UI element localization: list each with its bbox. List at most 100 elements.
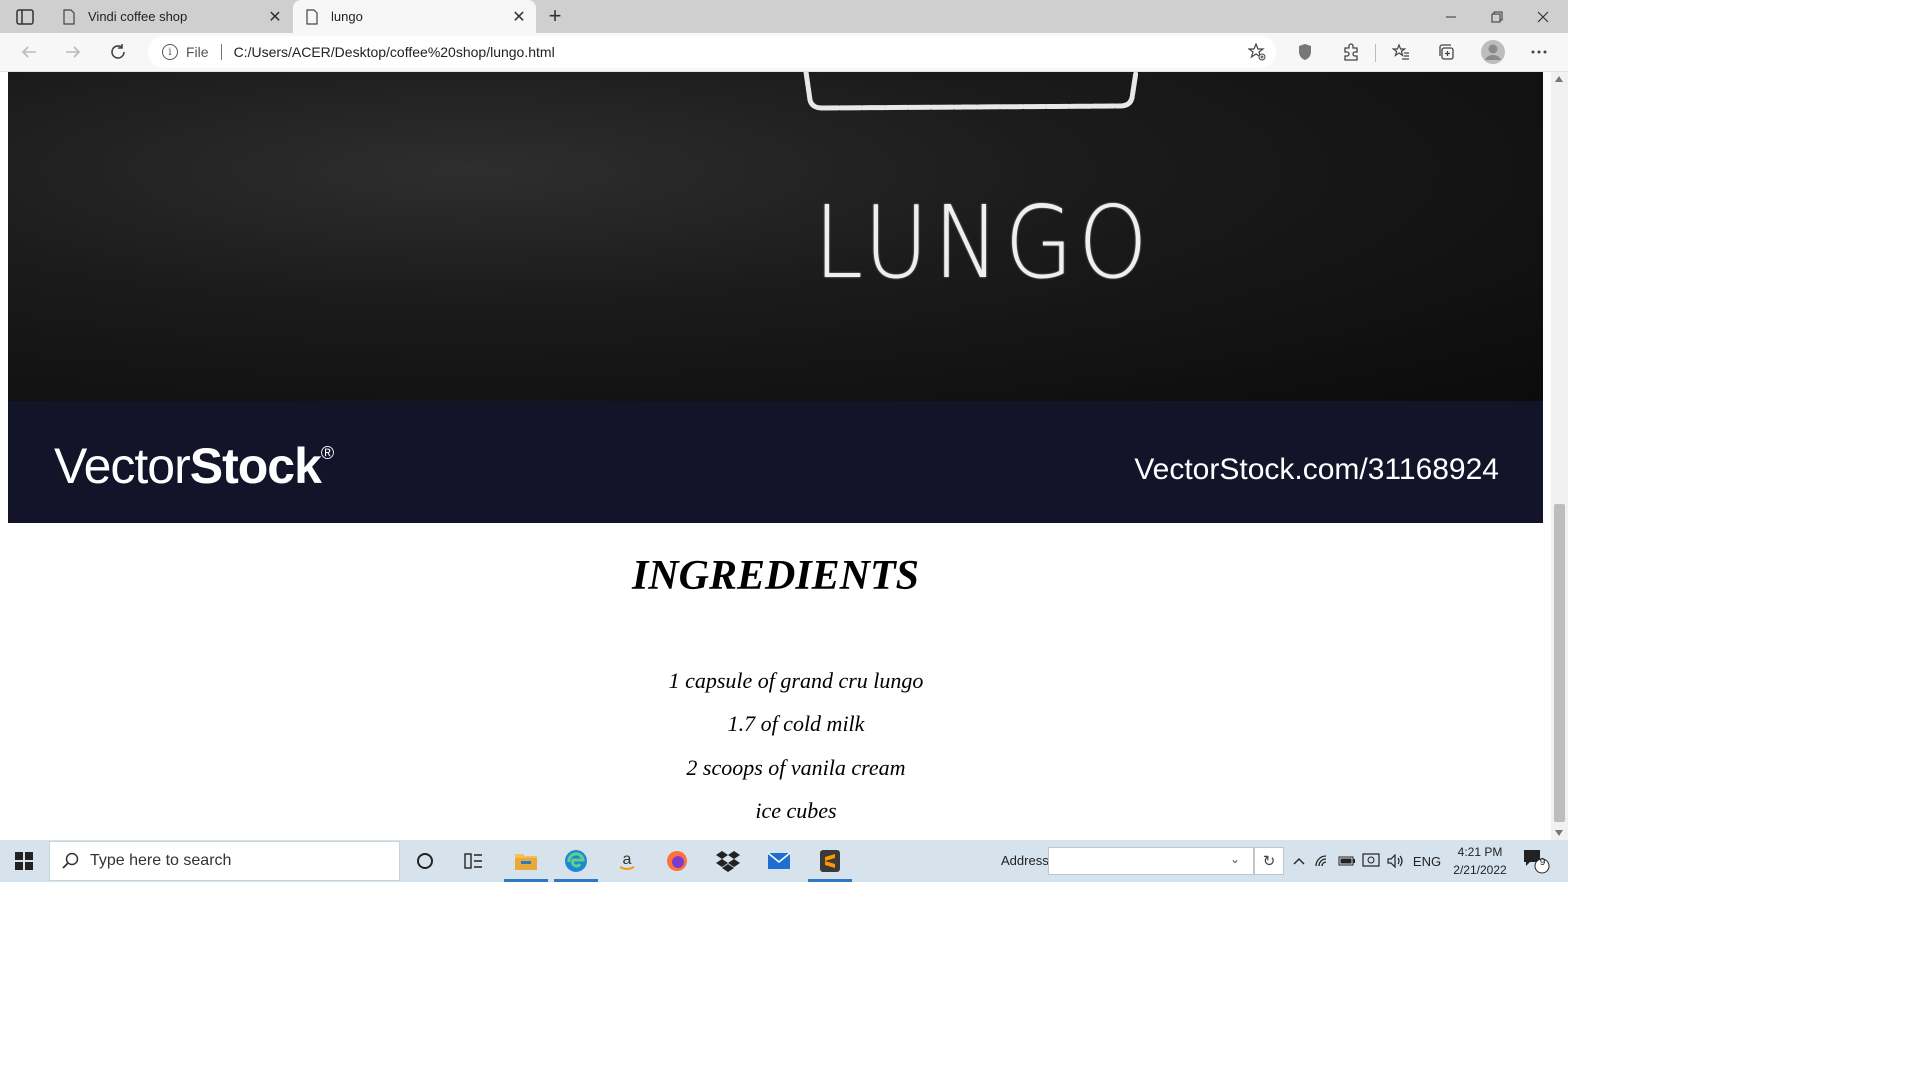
search-icon — [62, 852, 79, 869]
amazon-icon: a — [619, 851, 635, 870]
vectorstock-id-text: VectorStock.com/31168924 — [1134, 453, 1499, 486]
settings-more-button[interactable] — [1524, 37, 1554, 67]
tab-lungo[interactable]: lungo ✕ — [293, 0, 536, 33]
refresh-icon — [111, 44, 125, 59]
ingredients-heading: INGREDIENTS — [631, 553, 920, 599]
ingredient-item: 2 scoops of vanila cream — [686, 755, 906, 780]
page-icon — [306, 8, 318, 25]
tab-title: Vindi coffee shop — [88, 9, 188, 24]
edge-icon — [565, 850, 587, 872]
dropbox-button[interactable] — [703, 840, 753, 882]
task-view-icon — [464, 853, 482, 869]
mail-icon — [767, 852, 791, 869]
meet-now-button[interactable] — [1360, 840, 1382, 882]
extensions-button[interactable] — [1336, 37, 1366, 67]
close-window-button[interactable] — [1520, 0, 1566, 33]
toolbar-divider — [1375, 44, 1376, 62]
profile-button[interactable] — [1478, 37, 1508, 67]
web-page: LUNGO VectorStock® VectorStock.com/31168… — [0, 72, 1568, 840]
back-arrow-icon — [21, 46, 36, 58]
ingredient-item: 1.7 of cold milk — [727, 711, 865, 736]
close-tab-icon[interactable]: ✕ — [268, 9, 282, 26]
ingredient-item: 1 capsule of grand cru lungo — [668, 668, 924, 693]
clock-date: 2/21/2022 — [1453, 863, 1507, 877]
firefox-button[interactable] — [652, 840, 702, 882]
file-explorer-button[interactable] — [501, 840, 551, 882]
tab-title: lungo — [331, 9, 363, 24]
url-text[interactable]: C:/Users/ACER/Desktop/coffee%20shop/lung… — [234, 44, 555, 60]
taskbar-search-box[interactable]: Type here to search — [49, 841, 400, 881]
firefox-icon — [667, 851, 687, 871]
new-tab-button[interactable]: + — [543, 3, 567, 28]
windows-logo-icon — [15, 852, 33, 870]
address-toolbar-input[interactable] — [1048, 847, 1254, 875]
vectorstock-banner: VectorStock® VectorStock.com/31168924 — [8, 401, 1543, 523]
browser-toolbar: i File C:/Users/ACER/Desktop/coffee%20sh… — [0, 33, 1568, 72]
search-placeholder: Type here to search — [90, 852, 232, 869]
address-separator — [220, 44, 222, 60]
favorites-button[interactable] — [1386, 37, 1416, 67]
restore-button[interactable] — [1474, 0, 1520, 33]
lungo-hero-image: LUNGO — [8, 72, 1543, 401]
start-button[interactable] — [0, 840, 48, 882]
sublime-text-button[interactable] — [805, 840, 855, 882]
system-clock[interactable]: 4:21 PM 2/21/2022 — [1448, 843, 1512, 879]
refresh-button[interactable] — [103, 37, 133, 67]
chevron-up-icon — [1293, 858, 1305, 865]
close-icon — [1537, 11, 1549, 22]
minimize-button[interactable] — [1428, 0, 1474, 33]
page-scrollbar[interactable] — [1551, 72, 1568, 840]
logo-vector-text: Vector — [54, 438, 191, 494]
input-language-button[interactable]: ENG — [1412, 840, 1442, 882]
site-info-icon[interactable]: i — [162, 44, 178, 60]
sublime-icon — [820, 850, 840, 872]
collections-icon — [1439, 44, 1454, 60]
task-view-button[interactable] — [449, 840, 499, 882]
more-icon — [1531, 50, 1547, 54]
favorites-list-icon — [1392, 43, 1409, 60]
meet-now-icon — [1362, 853, 1380, 867]
dropbox-icon — [716, 851, 740, 872]
protocol-label: File — [186, 44, 209, 60]
scroll-down-arrow-icon[interactable] — [1555, 830, 1563, 836]
address-bar[interactable]: i File C:/Users/ACER/Desktop/coffee%20sh… — [148, 36, 1276, 68]
battery-button[interactable] — [1336, 840, 1358, 882]
network-button[interactable] — [1312, 840, 1334, 882]
minimize-icon — [1446, 16, 1456, 17]
mail-button[interactable] — [754, 840, 804, 882]
tab-actions-button[interactable] — [8, 6, 42, 28]
scroll-up-arrow-icon[interactable] — [1555, 76, 1563, 82]
amazon-button[interactable]: a — [602, 840, 652, 882]
close-tab-icon[interactable]: ✕ — [512, 9, 526, 26]
forward-arrow-icon — [66, 46, 81, 58]
svg-text:a: a — [623, 851, 632, 868]
registered-mark: ® — [320, 443, 334, 463]
cortana-button[interactable] — [400, 840, 450, 882]
page-icon — [63, 8, 75, 25]
show-hidden-icons-button[interactable] — [1288, 840, 1310, 882]
add-favorite-icon[interactable] — [1248, 43, 1266, 61]
puzzle-icon — [1344, 43, 1358, 61]
chalk-cup-drawing — [803, 72, 1138, 111]
speaker-icon — [1387, 854, 1403, 868]
volume-button[interactable] — [1384, 840, 1408, 882]
forward-button[interactable] — [58, 37, 88, 67]
battery-icon — [1338, 856, 1355, 866]
edge-browser-button[interactable] — [551, 840, 601, 882]
tab-strip: Vindi coffee shop ✕ lungo ✕ + — [0, 0, 1568, 33]
avatar-icon — [1481, 40, 1505, 64]
logo-stock-text: Stock — [189, 438, 322, 494]
cortana-circle-icon — [417, 853, 433, 869]
collections-button[interactable] — [1431, 37, 1461, 67]
back-button[interactable] — [14, 37, 44, 67]
windows-taskbar: Type here to search a Address ⌄ ↻ ENG 4:… — [0, 840, 1568, 882]
tab-vindi-coffee-shop[interactable]: Vindi coffee shop ✕ — [50, 0, 292, 33]
wifi-icon — [1315, 855, 1327, 867]
chevron-down-icon[interactable]: ⌄ — [1230, 852, 1240, 866]
tracking-prevention-button[interactable] — [1290, 37, 1320, 67]
shield-icon — [1299, 44, 1311, 60]
address-go-button[interactable]: ↻ — [1254, 847, 1284, 875]
restore-icon — [1491, 11, 1503, 22]
action-center-button[interactable]: 9 — [1522, 848, 1550, 874]
scrollbar-thumb[interactable] — [1554, 504, 1565, 822]
